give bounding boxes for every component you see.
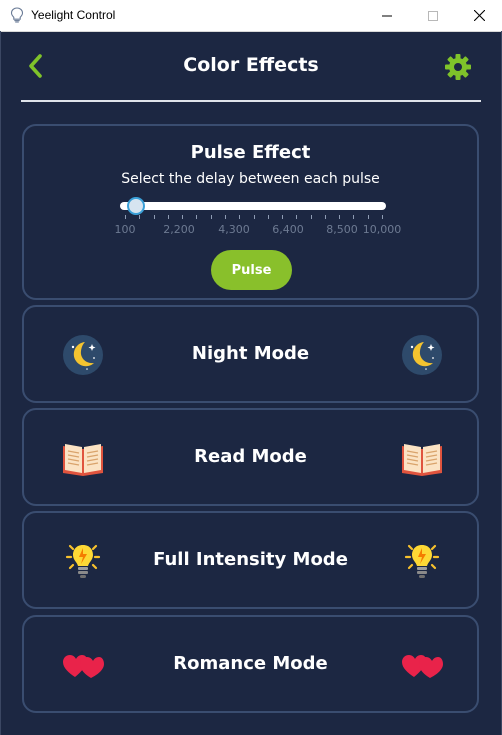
- light-bulb-app-icon: [10, 7, 24, 23]
- pulse-button[interactable]: Pulse: [211, 250, 292, 290]
- light-bulb-icon: [404, 544, 440, 578]
- minimize-icon: [382, 15, 392, 16]
- header-divider: [21, 100, 481, 102]
- pulse-effect-subtitle: Select the delay between each pulse: [121, 171, 380, 187]
- slider-tick: [224, 215, 226, 219]
- delay-slider-thumb[interactable]: [126, 197, 145, 215]
- close-button[interactable]: [456, 0, 502, 31]
- slider-tick: [267, 215, 269, 219]
- full-intensity-mode-card[interactable]: Full Intensity Mode: [22, 511, 479, 609]
- slider-tick: [324, 215, 326, 219]
- tick-label: 2,200: [163, 223, 195, 236]
- tick-label: 4,300: [218, 223, 250, 236]
- maximize-icon: [428, 10, 438, 21]
- slider-tick: [253, 215, 255, 219]
- close-icon: [473, 10, 485, 21]
- romance-mode-card[interactable]: Romance Mode: [22, 615, 479, 713]
- slider-tick: [296, 215, 298, 219]
- window-title: Yeelight Control: [31, 8, 116, 22]
- maximize-button[interactable]: [410, 0, 456, 31]
- pulse-effect-title: Pulse Effect: [190, 142, 311, 163]
- slider-tick: [139, 215, 141, 219]
- tick-label: 100: [114, 223, 136, 236]
- minimize-button[interactable]: [364, 0, 410, 31]
- hearts-icon: [402, 655, 443, 678]
- tick-label: 6,400: [272, 223, 304, 236]
- night-mode-card[interactable]: Night Mode: [22, 305, 479, 403]
- window-titlebar: Yeelight Control: [0, 0, 502, 32]
- slider-tick: [282, 215, 284, 219]
- slider-tick: [167, 215, 169, 219]
- slider-tick: [367, 215, 369, 219]
- tick-label: 8,500: [326, 223, 358, 236]
- slider-tick: [353, 215, 355, 219]
- slider-tick: [210, 215, 212, 219]
- slider-tick: [310, 215, 312, 219]
- slider-tick: [153, 215, 155, 219]
- book-icon: [402, 444, 442, 476]
- gear-icon: [445, 54, 471, 80]
- read-mode-card[interactable]: Read Mode: [22, 408, 479, 506]
- tick-label: 10,000: [362, 223, 402, 236]
- slider-tick: [339, 215, 341, 219]
- delay-slider-track[interactable]: [120, 202, 386, 210]
- moon-icon: [402, 335, 442, 375]
- delay-slider-ticks: [24, 215, 477, 221]
- pulse-effect-card: Pulse Effect Select the delay between ea…: [22, 124, 479, 300]
- slider-tick: [382, 215, 383, 219]
- slider-tick: [182, 215, 184, 219]
- slider-tick: [125, 215, 126, 219]
- slider-tick: [196, 215, 198, 219]
- slider-tick: [239, 215, 241, 219]
- page-title: Color Effects: [183, 54, 319, 76]
- window-border-left: [0, 31, 1, 735]
- settings-button[interactable]: [444, 53, 472, 81]
